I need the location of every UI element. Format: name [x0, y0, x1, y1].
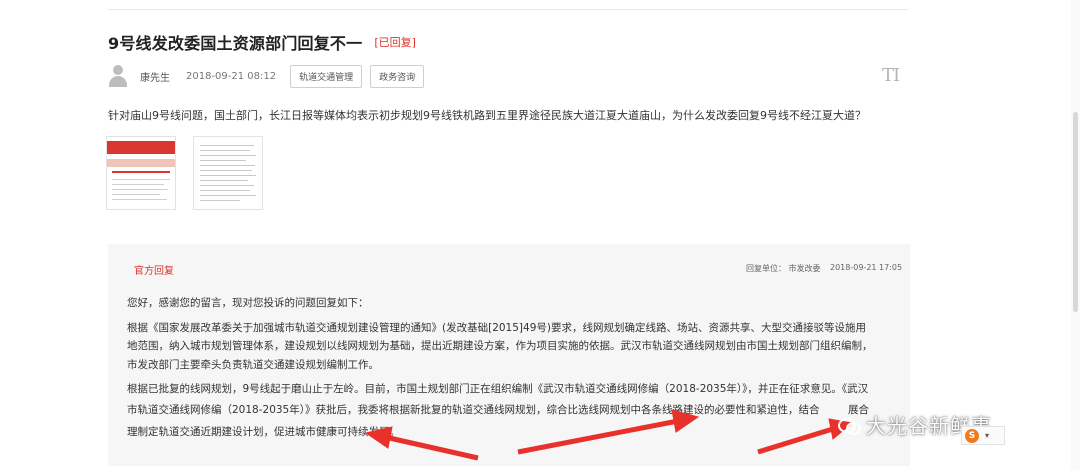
input-method-toolbar[interactable]: S ▾ — [961, 426, 1005, 445]
scrollbar-thumb[interactable] — [1073, 112, 1078, 312]
arrowhead-2 — [671, 409, 700, 433]
arrowhead-1 — [364, 426, 393, 449]
ime-dropdown-icon[interactable]: ▾ — [985, 431, 989, 440]
arrow-1 — [384, 434, 479, 461]
annotation-arrows — [364, 409, 854, 461]
wechat-icon — [838, 416, 861, 435]
sogou-logo-icon[interactable]: S — [965, 428, 979, 443]
arrow-2 — [517, 418, 679, 455]
arrow-3 — [757, 425, 837, 455]
